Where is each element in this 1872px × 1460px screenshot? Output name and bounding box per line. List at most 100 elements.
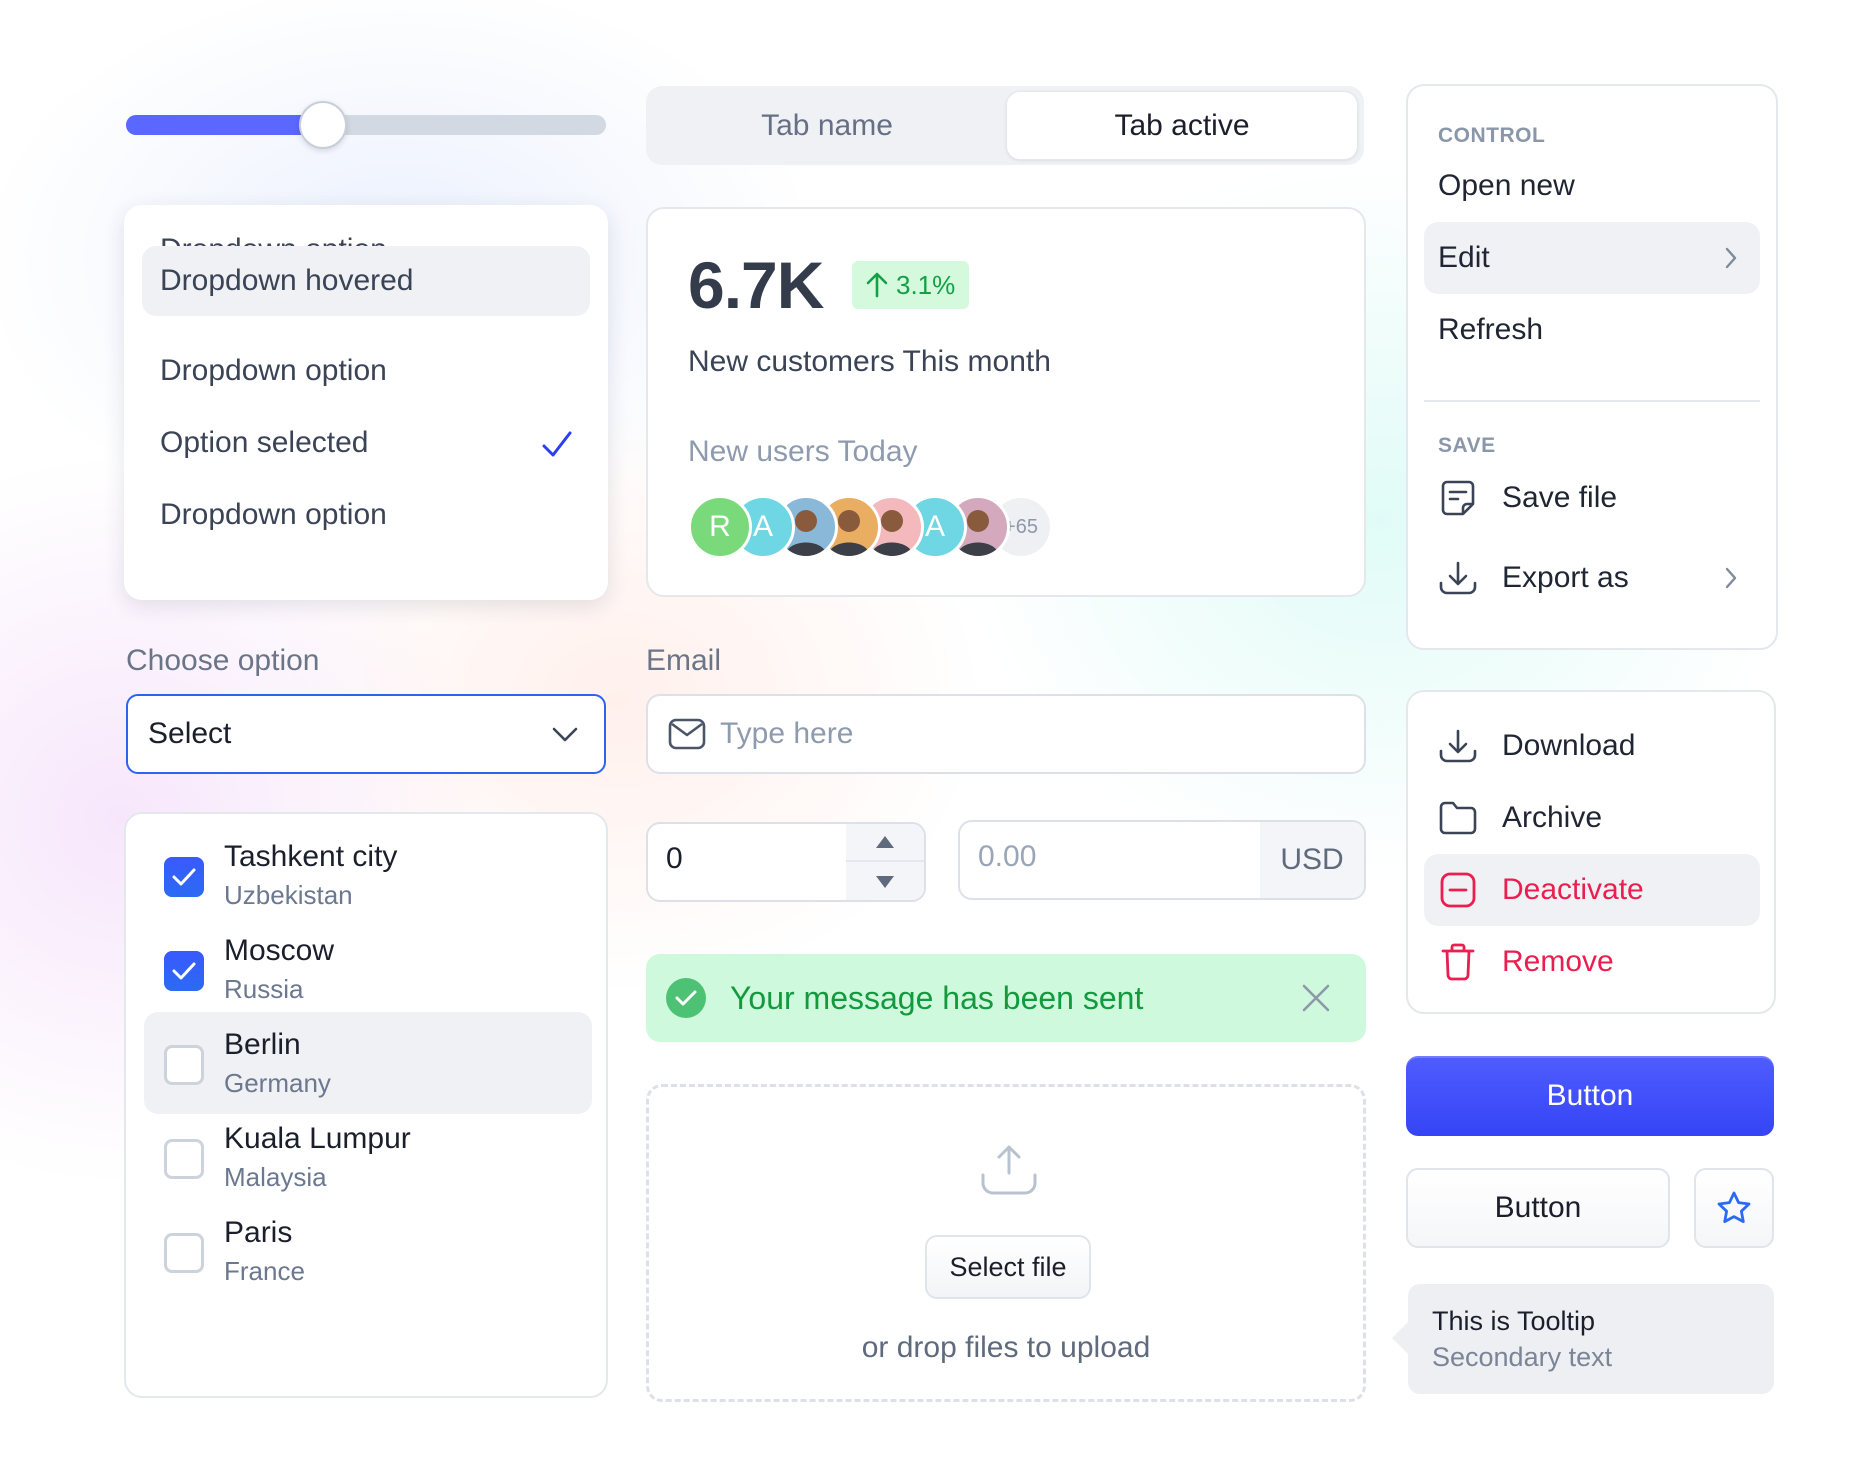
menu-item-label: Deactivate	[1502, 873, 1644, 906]
menu-divider	[1424, 400, 1760, 402]
tab-bar: Tab name Tab active	[646, 86, 1364, 165]
stat-sub-label: New users Today	[688, 435, 918, 468]
dropdown-menu: Dropdown option Dropdown hovered Dropdow…	[124, 205, 608, 600]
file-note-icon	[1438, 478, 1478, 518]
menu-section-title: SAVE	[1438, 434, 1496, 457]
location-option[interactable]: Moscow Russia	[144, 918, 592, 1020]
slider-thumb[interactable]	[298, 101, 347, 149]
close-icon[interactable]	[1300, 982, 1332, 1014]
location-checkbox-list: Tashkent city Uzbekistan Moscow Russia Berli…	[124, 812, 608, 1398]
range-slider[interactable]	[126, 101, 606, 149]
check-circle-icon	[666, 978, 706, 1018]
avatar-group: R A A +65	[688, 495, 1053, 559]
avatar-initial: R	[709, 510, 731, 543]
location-city: Berlin	[224, 1028, 301, 1061]
location-country: Malaysia	[224, 1162, 327, 1192]
chevron-right-icon	[1725, 567, 1737, 589]
primary-button[interactable]: Button	[1406, 1056, 1774, 1136]
avatar: R	[688, 495, 752, 559]
checkbox[interactable]	[164, 1045, 204, 1085]
dropdown-option-selected[interactable]: Option selected	[142, 408, 590, 478]
menu-item-label: Edit	[1438, 241, 1490, 274]
check-icon	[172, 962, 196, 980]
dropzone-hint: or drop files to upload	[861, 1331, 1151, 1364]
select-file-button[interactable]: Select file	[925, 1235, 1091, 1299]
menu-item-open-new[interactable]: Open new	[1424, 150, 1760, 222]
folder-icon	[1438, 798, 1478, 838]
location-country: Germany	[224, 1068, 331, 1098]
tooltip-title: This is Tooltip	[1432, 1306, 1596, 1336]
select-value: Select	[148, 717, 232, 750]
location-option[interactable]: Kuala Lumpur Malaysia	[144, 1106, 592, 1208]
mail-icon	[668, 718, 706, 750]
triangle-down-icon	[876, 876, 894, 888]
menu-item-save-file[interactable]: Save file	[1424, 462, 1760, 534]
slider-fill	[126, 115, 323, 135]
context-menu-control: CONTROL Open new Edit Refresh SAVE Save …	[1406, 84, 1778, 650]
tab-name[interactable]: Tab name	[651, 91, 1003, 160]
decrement-button[interactable]	[846, 863, 924, 900]
checkbox[interactable]	[164, 857, 204, 897]
tab-active[interactable]: Tab active	[1006, 91, 1358, 160]
menu-item-label: Open new	[1438, 169, 1575, 202]
location-option[interactable]: Berlin Germany	[144, 1012, 592, 1114]
download-icon	[1438, 726, 1478, 766]
email-input[interactable]	[720, 717, 1320, 751]
tooltip-secondary-text: Secondary text	[1432, 1342, 1613, 1372]
number-stepper[interactable]	[646, 822, 926, 902]
menu-item-label: Archive	[1502, 801, 1603, 834]
success-toast: Your message has been sent	[646, 954, 1366, 1042]
stepper-arrows	[846, 824, 924, 900]
menu-item-refresh[interactable]: Refresh	[1424, 294, 1760, 366]
location-option[interactable]: Paris France	[144, 1200, 592, 1302]
location-country: Uzbekistan	[224, 880, 353, 910]
toast-message: Your message has been sent	[730, 979, 1144, 1016]
stats-card: 6.7K 3.1% New customers This month New u…	[646, 207, 1366, 597]
check-icon	[172, 868, 196, 886]
select-dropdown[interactable]: Select	[126, 694, 606, 774]
stat-value: 6.7K	[688, 248, 824, 322]
dropdown-option[interactable]: Dropdown option	[142, 480, 590, 550]
menu-item-deactivate[interactable]: Deactivate	[1424, 854, 1760, 926]
amount-input[interactable]	[978, 840, 1238, 874]
currency-field[interactable]: USD	[958, 820, 1366, 900]
context-menu-actions: Download Archive Deactivate Remove	[1406, 690, 1776, 1014]
tooltip: This is Tooltip Secondary text	[1392, 1284, 1774, 1394]
avatar-initial: A	[752, 510, 773, 543]
increment-button[interactable]	[846, 824, 924, 862]
dropdown-option-hovered[interactable]: Dropdown hovered	[142, 246, 590, 316]
menu-item-export-as[interactable]: Export as	[1424, 542, 1760, 614]
secondary-button[interactable]: Button	[1406, 1168, 1670, 1248]
stat-label: New customers This month	[688, 345, 1051, 378]
menu-item-download[interactable]: Download	[1424, 710, 1760, 782]
location-option[interactable]: Tashkent city Uzbekistan	[144, 824, 592, 926]
checkbox[interactable]	[164, 1139, 204, 1179]
arrow-up-icon	[866, 272, 888, 298]
chevron-down-icon	[552, 727, 578, 742]
favorite-button[interactable]	[1694, 1168, 1774, 1248]
location-city: Kuala Lumpur	[224, 1122, 411, 1155]
dropdown-option-label: Dropdown option	[160, 354, 387, 387]
avatar-initial: A	[924, 510, 945, 543]
select-label: Choose option	[126, 644, 320, 677]
change-value: 3.1%	[896, 269, 956, 300]
dropdown-option-label: Dropdown hovered	[160, 264, 414, 297]
location-country: Russia	[224, 974, 304, 1004]
email-label: Email	[646, 644, 722, 677]
number-input[interactable]	[666, 842, 826, 876]
dropdown-option[interactable]: Dropdown option	[142, 336, 590, 406]
menu-item-archive[interactable]: Archive	[1424, 782, 1760, 854]
menu-item-edit[interactable]: Edit	[1424, 222, 1760, 294]
email-field[interactable]	[646, 694, 1366, 774]
change-badge: 3.1%	[852, 261, 970, 309]
menu-item-label: Remove	[1502, 945, 1614, 978]
checkbox[interactable]	[164, 951, 204, 991]
dropdown-option-label: Option selected	[160, 426, 369, 459]
file-dropzone[interactable]: Select file or drop files to upload	[646, 1084, 1366, 1402]
menu-item-label: Download	[1502, 729, 1636, 762]
location-city: Moscow	[224, 934, 335, 967]
menu-item-remove[interactable]: Remove	[1424, 926, 1760, 998]
checkbox[interactable]	[164, 1233, 204, 1273]
upload-icon	[981, 1145, 1037, 1195]
dropdown-option-label: Dropdown option	[160, 498, 387, 531]
